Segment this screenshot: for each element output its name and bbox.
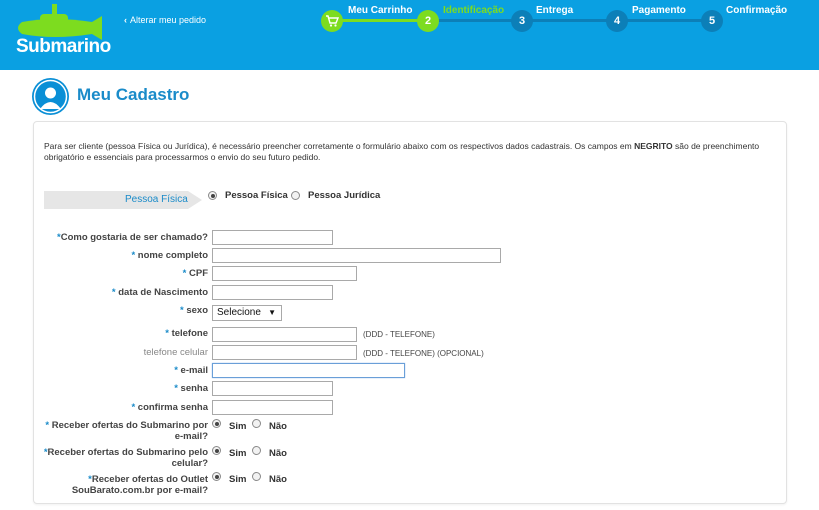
sexo-select-value: Selecione — [217, 307, 261, 318]
radio-ofertas-email-nao[interactable] — [252, 419, 261, 428]
telefone-input[interactable] — [212, 327, 357, 342]
sexo-label: * sexo — [180, 305, 208, 316]
ofertas-submarino-email-label: * Receber ofertas do Submarino por e-mai… — [45, 420, 208, 442]
step-1-label: Meu Carrinho — [348, 5, 413, 16]
cpf-label: * CPF — [182, 268, 208, 279]
cart-icon — [326, 15, 340, 27]
radio-ofertas-outlet-nao-label[interactable]: Não — [269, 474, 287, 485]
step-4-label: Pagamento — [632, 5, 686, 16]
intro-text: Para ser cliente (pessoa Física ou Juríd… — [44, 141, 784, 163]
nascimento-input[interactable] — [212, 285, 333, 300]
senha-input[interactable] — [212, 381, 333, 396]
progress-line-done — [332, 19, 428, 22]
radio-ofertas-email-sim[interactable] — [212, 419, 221, 428]
radio-ofertas-outlet-sim-label[interactable]: Sim — [229, 474, 246, 485]
celular-input[interactable] — [212, 345, 357, 360]
person-type-tab: Pessoa Física — [44, 191, 202, 209]
senha-label: * senha — [174, 383, 208, 394]
page-title: Meu Cadastro — [77, 85, 190, 104]
header-bar: Submarino ‹ Alterar meu pedido Meu Carrin… — [0, 0, 819, 70]
apelido-label: *Como gostaria de ser chamado? — [57, 232, 208, 243]
cpf-input[interactable] — [212, 266, 357, 281]
nome-label: * nome completo — [131, 250, 208, 261]
confirma-senha-label: * confirma senha — [131, 402, 208, 413]
change-order-label: Alterar meu pedido — [130, 15, 207, 25]
ofertas-outlet-label: *Receber ofertas do Outlet SouBarato.com… — [71, 474, 208, 496]
chevron-left-icon: ‹ — [124, 15, 127, 25]
sexo-select[interactable]: Selecione ▼ — [212, 305, 282, 321]
radio-pessoa-fisica-label[interactable]: Pessoa Física — [225, 190, 288, 201]
step-5-label: Confirmação — [726, 5, 788, 16]
radio-ofertas-celular-sim[interactable] — [212, 446, 221, 455]
telefone-hint: (DDD - TELEFONE) — [363, 330, 435, 339]
change-order-link[interactable]: ‹ Alterar meu pedido — [124, 15, 206, 25]
nome-input[interactable] — [212, 248, 501, 263]
ofertas-submarino-celular-label: *Receber ofertas do Submarino pelo celul… — [43, 447, 208, 469]
intro-text-part1: Para ser cliente (pessoa Física ou Juríd… — [44, 141, 635, 151]
celular-hint: (DDD - TELEFONE) (OPCIONAL) — [363, 349, 484, 358]
radio-pessoa-juridica-label[interactable]: Pessoa Jurídica — [308, 190, 380, 201]
step-3-circle: 3 — [511, 10, 533, 32]
intro-text-bold: NEGRITO — [634, 141, 673, 151]
step-2-circle: 2 — [417, 10, 439, 32]
progress-line-pending — [428, 19, 713, 22]
dropdown-arrow-icon: ▼ — [268, 308, 276, 317]
step-4-circle: 4 — [606, 10, 628, 32]
celular-label: telefone celular — [143, 347, 208, 358]
nascimento-label: * data de Nascimento — [111, 287, 208, 298]
confirma-senha-input[interactable] — [212, 400, 333, 415]
step-2-label: Identificação — [443, 5, 505, 16]
radio-ofertas-outlet-sim[interactable] — [212, 472, 221, 481]
radio-pessoa-fisica[interactable] — [208, 191, 217, 200]
radio-ofertas-celular-sim-label[interactable]: Sim — [229, 448, 246, 459]
radio-ofertas-celular-nao[interactable] — [252, 446, 261, 455]
telefone-label: * telefone — [165, 328, 208, 339]
brand-name[interactable]: Submarino — [16, 36, 111, 58]
radio-ofertas-email-sim-label[interactable]: Sim — [229, 421, 246, 432]
email-label: * e-mail — [174, 365, 208, 376]
step-5-circle: 5 — [701, 10, 723, 32]
radio-ofertas-email-nao-label[interactable]: Não — [269, 421, 287, 432]
radio-ofertas-outlet-nao[interactable] — [252, 472, 261, 481]
step-1-circle — [321, 10, 343, 32]
radio-pessoa-juridica[interactable] — [291, 191, 300, 200]
user-avatar-icon — [32, 78, 69, 115]
apelido-input[interactable] — [212, 230, 333, 245]
radio-ofertas-celular-nao-label[interactable]: Não — [269, 448, 287, 459]
email-input[interactable] — [212, 363, 405, 378]
step-3-label: Entrega — [536, 5, 574, 16]
